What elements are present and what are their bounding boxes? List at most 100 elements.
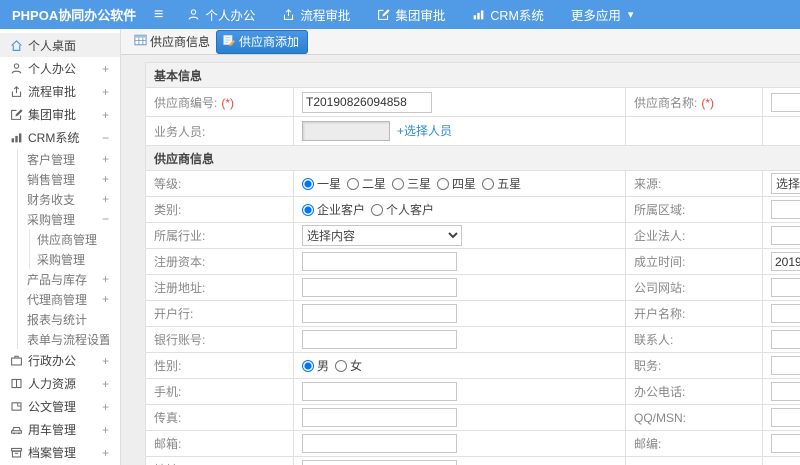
- category-radio-personal[interactable]: [371, 203, 384, 216]
- nav-item-group-approval[interactable]: 集团审批: [377, 5, 445, 24]
- hamburger-menu-icon[interactable]: ≡: [148, 6, 169, 23]
- address-cell: [293, 456, 626, 465]
- sidebar-item-form-flow-settings[interactable]: 表单与流程设置+: [18, 329, 120, 349]
- expand-toggle[interactable]: +: [102, 272, 109, 286]
- sidebar-item-group-approval[interactable]: 集团审批 +: [0, 103, 120, 126]
- bank-account-cell: [293, 326, 626, 353]
- expand-toggle[interactable]: +: [102, 446, 109, 460]
- table-row: 地址:: [145, 456, 800, 465]
- expand-toggle[interactable]: +: [102, 85, 109, 99]
- sidebar-item-purchase[interactable]: 采购管理: [30, 249, 120, 269]
- category-option-personal[interactable]: 个人客户: [371, 201, 434, 218]
- level-option-5[interactable]: 五星: [482, 175, 521, 192]
- sidebar-item-personal-desktop[interactable]: 个人桌面: [0, 33, 120, 57]
- zip-input[interactable]: [771, 434, 800, 453]
- sidebar-item-crm-system[interactable]: CRM系统 −: [0, 126, 120, 149]
- level-option-3[interactable]: 三星: [392, 175, 431, 192]
- level-radio-group: 一星 二星 三星 四星 五星: [302, 175, 625, 192]
- expand-toggle[interactable]: +: [102, 152, 109, 166]
- office-phone-input[interactable]: [771, 382, 800, 401]
- zip-label: 邮编:: [625, 430, 763, 457]
- level-option-4[interactable]: 四星: [437, 175, 476, 192]
- sidebar-item-customer-mgmt[interactable]: 客户管理 +: [18, 149, 120, 169]
- select-staff-link[interactable]: +选择人员: [397, 124, 452, 138]
- gender-option-female[interactable]: 女: [335, 357, 362, 374]
- table-row: 业务人员: +选择人员: [145, 116, 800, 146]
- expand-toggle[interactable]: +: [102, 377, 109, 391]
- field-label: 供应商名称:: [634, 95, 698, 110]
- sidebar-item-document-mgmt[interactable]: 公文管理 +: [0, 395, 120, 418]
- sidebar-item-admin-office[interactable]: 行政办公 +: [0, 349, 120, 372]
- level-radio-2[interactable]: [347, 177, 360, 190]
- gender-radio-female[interactable]: [335, 359, 348, 372]
- sidebar-item-sales-mgmt[interactable]: 销售管理 +: [18, 169, 120, 189]
- expand-toggle[interactable]: +: [102, 108, 109, 122]
- level-radio-5[interactable]: [482, 177, 495, 190]
- registered-address-input[interactable]: [302, 278, 457, 297]
- sidebar-item-personal-office[interactable]: 个人办公 +: [0, 57, 120, 80]
- table-row: 开户行: 开户名称:: [145, 300, 800, 327]
- category-radio-enterprise[interactable]: [302, 203, 314, 216]
- collapse-toggle[interactable]: −: [102, 212, 109, 226]
- collapse-toggle[interactable]: −: [102, 131, 109, 145]
- email-input[interactable]: [302, 434, 457, 453]
- legal-person-input[interactable]: [771, 226, 800, 245]
- expand-toggle[interactable]: +: [102, 172, 109, 186]
- supplier-name-input[interactable]: [771, 92, 800, 112]
- gender-radio-male[interactable]: [302, 359, 314, 372]
- edit-icon: [377, 8, 390, 21]
- region-input[interactable]: [771, 200, 800, 219]
- expand-toggle[interactable]: +: [102, 423, 109, 437]
- fax-input[interactable]: [302, 408, 457, 427]
- nav-item-personal-office[interactable]: 个人办公: [187, 5, 255, 24]
- qq-msn-input[interactable]: [771, 408, 800, 427]
- address-input[interactable]: [302, 460, 457, 465]
- sidebar-item-archive-mgmt[interactable]: 档案管理 +: [0, 441, 120, 464]
- sidebar-item-agent-mgmt[interactable]: 代理商管理 +: [18, 289, 120, 309]
- expand-toggle[interactable]: +: [102, 192, 109, 206]
- sidebar-item-product-inventory[interactable]: 产品与库存 +: [18, 269, 120, 289]
- sidebar-item-purchase-mgmt[interactable]: 采购管理 −: [18, 209, 120, 229]
- expand-toggle[interactable]: +: [102, 62, 109, 76]
- registered-capital-input[interactable]: [302, 252, 457, 271]
- registered-capital-label: 注册资本:: [145, 248, 294, 275]
- car-icon: [10, 423, 28, 436]
- sidebar-item-reports-stats[interactable]: 报表与统计: [18, 309, 120, 329]
- nav-item-more-apps[interactable]: 更多应用 ▾: [571, 5, 634, 24]
- bank-account-input[interactable]: [302, 330, 457, 349]
- nav-item-workflow-approval[interactable]: 流程审批: [282, 5, 350, 24]
- sidebar-item-vehicle-mgmt[interactable]: 用车管理 +: [0, 418, 120, 441]
- contact-input[interactable]: [771, 330, 800, 349]
- sidebar-item-supplier-mgmt[interactable]: 供应商管理: [30, 229, 120, 249]
- bank-input[interactable]: [302, 304, 457, 323]
- expand-toggle[interactable]: +: [102, 354, 109, 368]
- company-website-input[interactable]: [771, 278, 800, 297]
- nav-label: 集团审批: [395, 9, 446, 23]
- supplier-no-input[interactable]: [302, 91, 432, 113]
- tab-supplier-info[interactable]: 供应商信息: [134, 33, 210, 50]
- account-name-input[interactable]: [771, 304, 800, 323]
- level-radio-4[interactable]: [437, 177, 450, 190]
- field-label: 供应商编号:: [154, 95, 218, 110]
- mobile-input[interactable]: [302, 382, 457, 401]
- level-radio-1[interactable]: [302, 177, 314, 190]
- sidebar-item-finance[interactable]: 财务收支 +: [18, 189, 120, 209]
- staff-input[interactable]: [302, 121, 390, 141]
- source-select[interactable]: 选择内容: [771, 173, 800, 194]
- expand-toggle[interactable]: +: [102, 400, 109, 414]
- level-radio-3[interactable]: [392, 177, 405, 190]
- expand-toggle[interactable]: +: [102, 292, 109, 306]
- nav-label: CRM系统: [490, 9, 544, 23]
- category-option-enterprise[interactable]: 企业客户: [302, 201, 365, 218]
- category-radio-group: 企业客户 个人客户: [302, 201, 625, 218]
- establish-date-input[interactable]: [771, 252, 800, 271]
- gender-option-male[interactable]: 男: [302, 357, 329, 374]
- sidebar-item-hr[interactable]: 人力资源 +: [0, 372, 120, 395]
- level-option-1[interactable]: 一星: [302, 175, 341, 192]
- level-option-2[interactable]: 二星: [347, 175, 386, 192]
- industry-select[interactable]: 选择内容: [302, 225, 462, 246]
- position-input[interactable]: [771, 356, 800, 375]
- tab-supplier-add[interactable]: 供应商添加: [216, 29, 309, 54]
- nav-item-crm-system[interactable]: CRM系统: [472, 5, 544, 24]
- sidebar-item-workflow-approval[interactable]: 流程审批 +: [0, 80, 120, 103]
